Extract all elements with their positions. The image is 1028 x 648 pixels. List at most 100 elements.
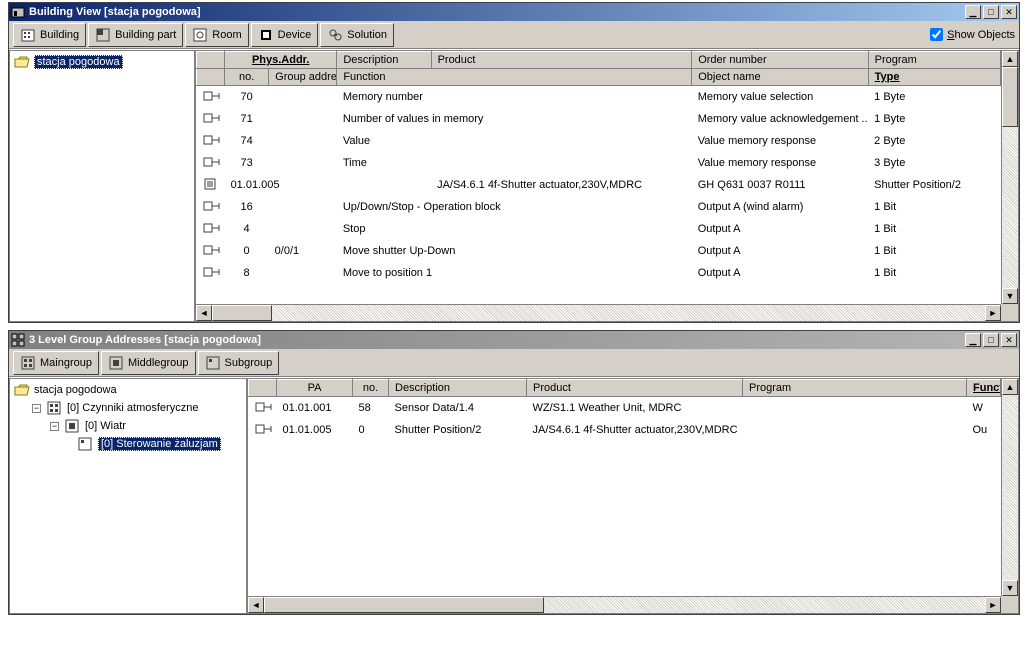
object-grid: Phys.Addr. Description Product Order num… — [195, 50, 1019, 322]
table-row[interactable]: 73TimeValue memory response3 Byte — [197, 152, 1001, 174]
titlebar[interactable]: 3 Level Group Addresses [stacja pogodowa… — [9, 331, 1019, 349]
col-pa[interactable]: PA — [277, 380, 353, 397]
collapse-icon[interactable]: − — [32, 404, 41, 413]
show-objects-input[interactable] — [930, 28, 943, 41]
col-phys-addr[interactable]: Phys.Addr. — [225, 52, 337, 69]
device-label: Device — [278, 29, 312, 41]
cell-prod: WZ/S1.1 Weather Unit, MDRC — [527, 397, 743, 419]
solution-button[interactable]: Solution — [320, 23, 394, 47]
minimize-button[interactable]: ▁ — [965, 333, 981, 347]
device-button[interactable]: Device — [251, 23, 319, 47]
cell-function: Stop — [337, 218, 692, 240]
header-row-1[interactable]: Phys.Addr. Description Product Order num… — [197, 52, 1001, 69]
table-row[interactable]: 01.01.005JA/S4.6.1 4f-Shutter actuator,2… — [197, 174, 1001, 196]
table-row[interactable]: 71Number of values in memoryMemory value… — [197, 108, 1001, 130]
col-product[interactable]: Product — [431, 52, 692, 69]
middlegroup-button[interactable]: Middlegroup — [101, 351, 196, 375]
col-description[interactable]: Description — [389, 380, 527, 397]
cell-function: Move shutter Up-Down — [337, 240, 692, 262]
col-order-number[interactable]: Order number — [692, 52, 868, 69]
cell-object: Memory value selection — [692, 86, 868, 108]
tree-node[interactable]: − [0] Czynniki atmosferyczne — [28, 399, 246, 417]
titlebar[interactable]: Building View [stacja pogodowa] ▁ □ ✕ — [9, 3, 1019, 21]
comm-object-icon — [203, 155, 221, 169]
cell-ga — [269, 196, 337, 218]
header-row[interactable]: PA no. Description Product Program Funct… — [249, 380, 1001, 397]
show-objects-checkbox[interactable]: Show Objects — [930, 28, 1015, 41]
scroll-h-thumb[interactable] — [212, 305, 272, 321]
table-row[interactable]: 01.01.0050Shutter Position/2JA/S4.6.1 4f… — [249, 419, 1001, 441]
table-row[interactable]: 4StopOutput A1 Bit — [197, 218, 1001, 240]
scroll-thumb[interactable] — [1002, 67, 1018, 127]
col-program[interactable]: Program — [743, 380, 967, 397]
tree-node[interactable]: − [0] Wiatr — [46, 417, 246, 435]
scroll-down-button[interactable]: ▼ — [1002, 580, 1018, 596]
col-no[interactable]: no. — [225, 69, 269, 86]
maingroup-button[interactable]: Maingroup — [13, 351, 99, 375]
table-row[interactable]: 74ValueValue memory response2 Byte — [197, 130, 1001, 152]
close-button[interactable]: ✕ — [1001, 333, 1017, 347]
col-function[interactable]: Function — [337, 69, 692, 86]
building-view-window: Building View [stacja pogodowa] ▁ □ ✕ Bu… — [8, 2, 1020, 323]
tree-pane[interactable]: stacja pogodowa − [0] Czynniki atmosfery… — [9, 378, 247, 614]
scroll-right-button[interactable]: ► — [985, 597, 1001, 613]
col-description[interactable]: Description — [337, 52, 431, 69]
col-group-addresses[interactable]: Group addresse — [269, 69, 337, 86]
folder-open-icon — [14, 382, 30, 398]
close-button[interactable]: ✕ — [1001, 5, 1017, 19]
table-row[interactable]: 70Memory numberMemory value selection1 B… — [197, 86, 1001, 108]
room-button[interactable]: Room — [185, 23, 248, 47]
scroll-h-thumb[interactable] — [264, 597, 544, 613]
cell-type: 1 Bit — [868, 240, 1000, 262]
scroll-down-button[interactable]: ▼ — [1002, 288, 1018, 304]
cell-object: Value memory response — [692, 152, 868, 174]
vertical-scrollbar[interactable]: ▲ ▼ — [1001, 379, 1018, 596]
cell-type: 3 Byte — [868, 152, 1000, 174]
scroll-left-button[interactable]: ◄ — [248, 597, 264, 613]
building-label: Building — [40, 29, 79, 41]
comm-object-icon — [203, 89, 221, 103]
col-product[interactable]: Product — [527, 380, 743, 397]
collapse-icon[interactable]: − — [50, 422, 59, 431]
assoc-grid: PA no. Description Product Program Funct… — [247, 378, 1019, 614]
room-icon — [192, 27, 208, 43]
tree-node-label: [0] Czynniki atmosferyczne — [67, 402, 198, 414]
building-part-button[interactable]: Building part — [88, 23, 183, 47]
cell-no: 70 — [225, 86, 269, 108]
minimize-button[interactable]: ▁ — [965, 5, 981, 19]
col-program[interactable]: Program — [868, 52, 1000, 69]
window-title: 3 Level Group Addresses [stacja pogodowa… — [29, 334, 965, 346]
subgroup-label: Subgroup — [225, 357, 273, 369]
object-table[interactable]: Phys.Addr. Description Product Order num… — [196, 51, 1001, 284]
cell-function: Up/Down/Stop - Operation block — [337, 196, 692, 218]
scroll-up-button[interactable]: ▲ — [1002, 51, 1018, 67]
tree-root[interactable]: stacja pogodowa — [10, 381, 246, 399]
maximize-button[interactable]: □ — [983, 333, 999, 347]
tree-root[interactable]: stacja pogodowa — [10, 53, 194, 71]
scroll-left-button[interactable]: ◄ — [196, 305, 212, 321]
col-type[interactable]: Type — [868, 69, 1000, 86]
table-row[interactable]: 01.01.00158Sensor Data/1.4WZ/S1.1 Weathe… — [249, 397, 1001, 419]
horizontal-scrollbar[interactable]: ◄ ► — [196, 304, 1001, 321]
building-button[interactable]: Building — [13, 23, 86, 47]
cell-type: 2 Byte — [868, 130, 1000, 152]
col-function[interactable]: Function — [967, 380, 1001, 397]
tree-node[interactable]: [0] Sterowanie żaluzjam — [74, 435, 246, 453]
scroll-up-button[interactable]: ▲ — [1002, 379, 1018, 395]
tree-pane[interactable]: stacja pogodowa — [9, 50, 195, 322]
cell-no: 0 — [353, 419, 389, 441]
maximize-button[interactable]: □ — [983, 5, 999, 19]
table-row[interactable]: 16Up/Down/Stop - Operation blockOutput A… — [197, 196, 1001, 218]
vertical-scrollbar[interactable]: ▲ ▼ — [1001, 51, 1018, 304]
subgroup-button[interactable]: Subgroup — [198, 351, 280, 375]
horizontal-scrollbar[interactable]: ◄ ► — [248, 596, 1001, 613]
cell-no: 73 — [225, 152, 269, 174]
table-row[interactable]: 8Move to position 1Output A1 Bit — [197, 262, 1001, 284]
scroll-right-button[interactable]: ► — [985, 305, 1001, 321]
table-row[interactable]: 00/0/1Move shutter Up-DownOutput A1 Bit — [197, 240, 1001, 262]
header-row-2[interactable]: no. Group addresse Function Object name … — [197, 69, 1001, 86]
assoc-table[interactable]: PA no. Description Product Program Funct… — [248, 379, 1001, 441]
col-object-name[interactable]: Object name — [692, 69, 868, 86]
col-no[interactable]: no. — [353, 380, 389, 397]
cell-ga — [269, 218, 337, 240]
